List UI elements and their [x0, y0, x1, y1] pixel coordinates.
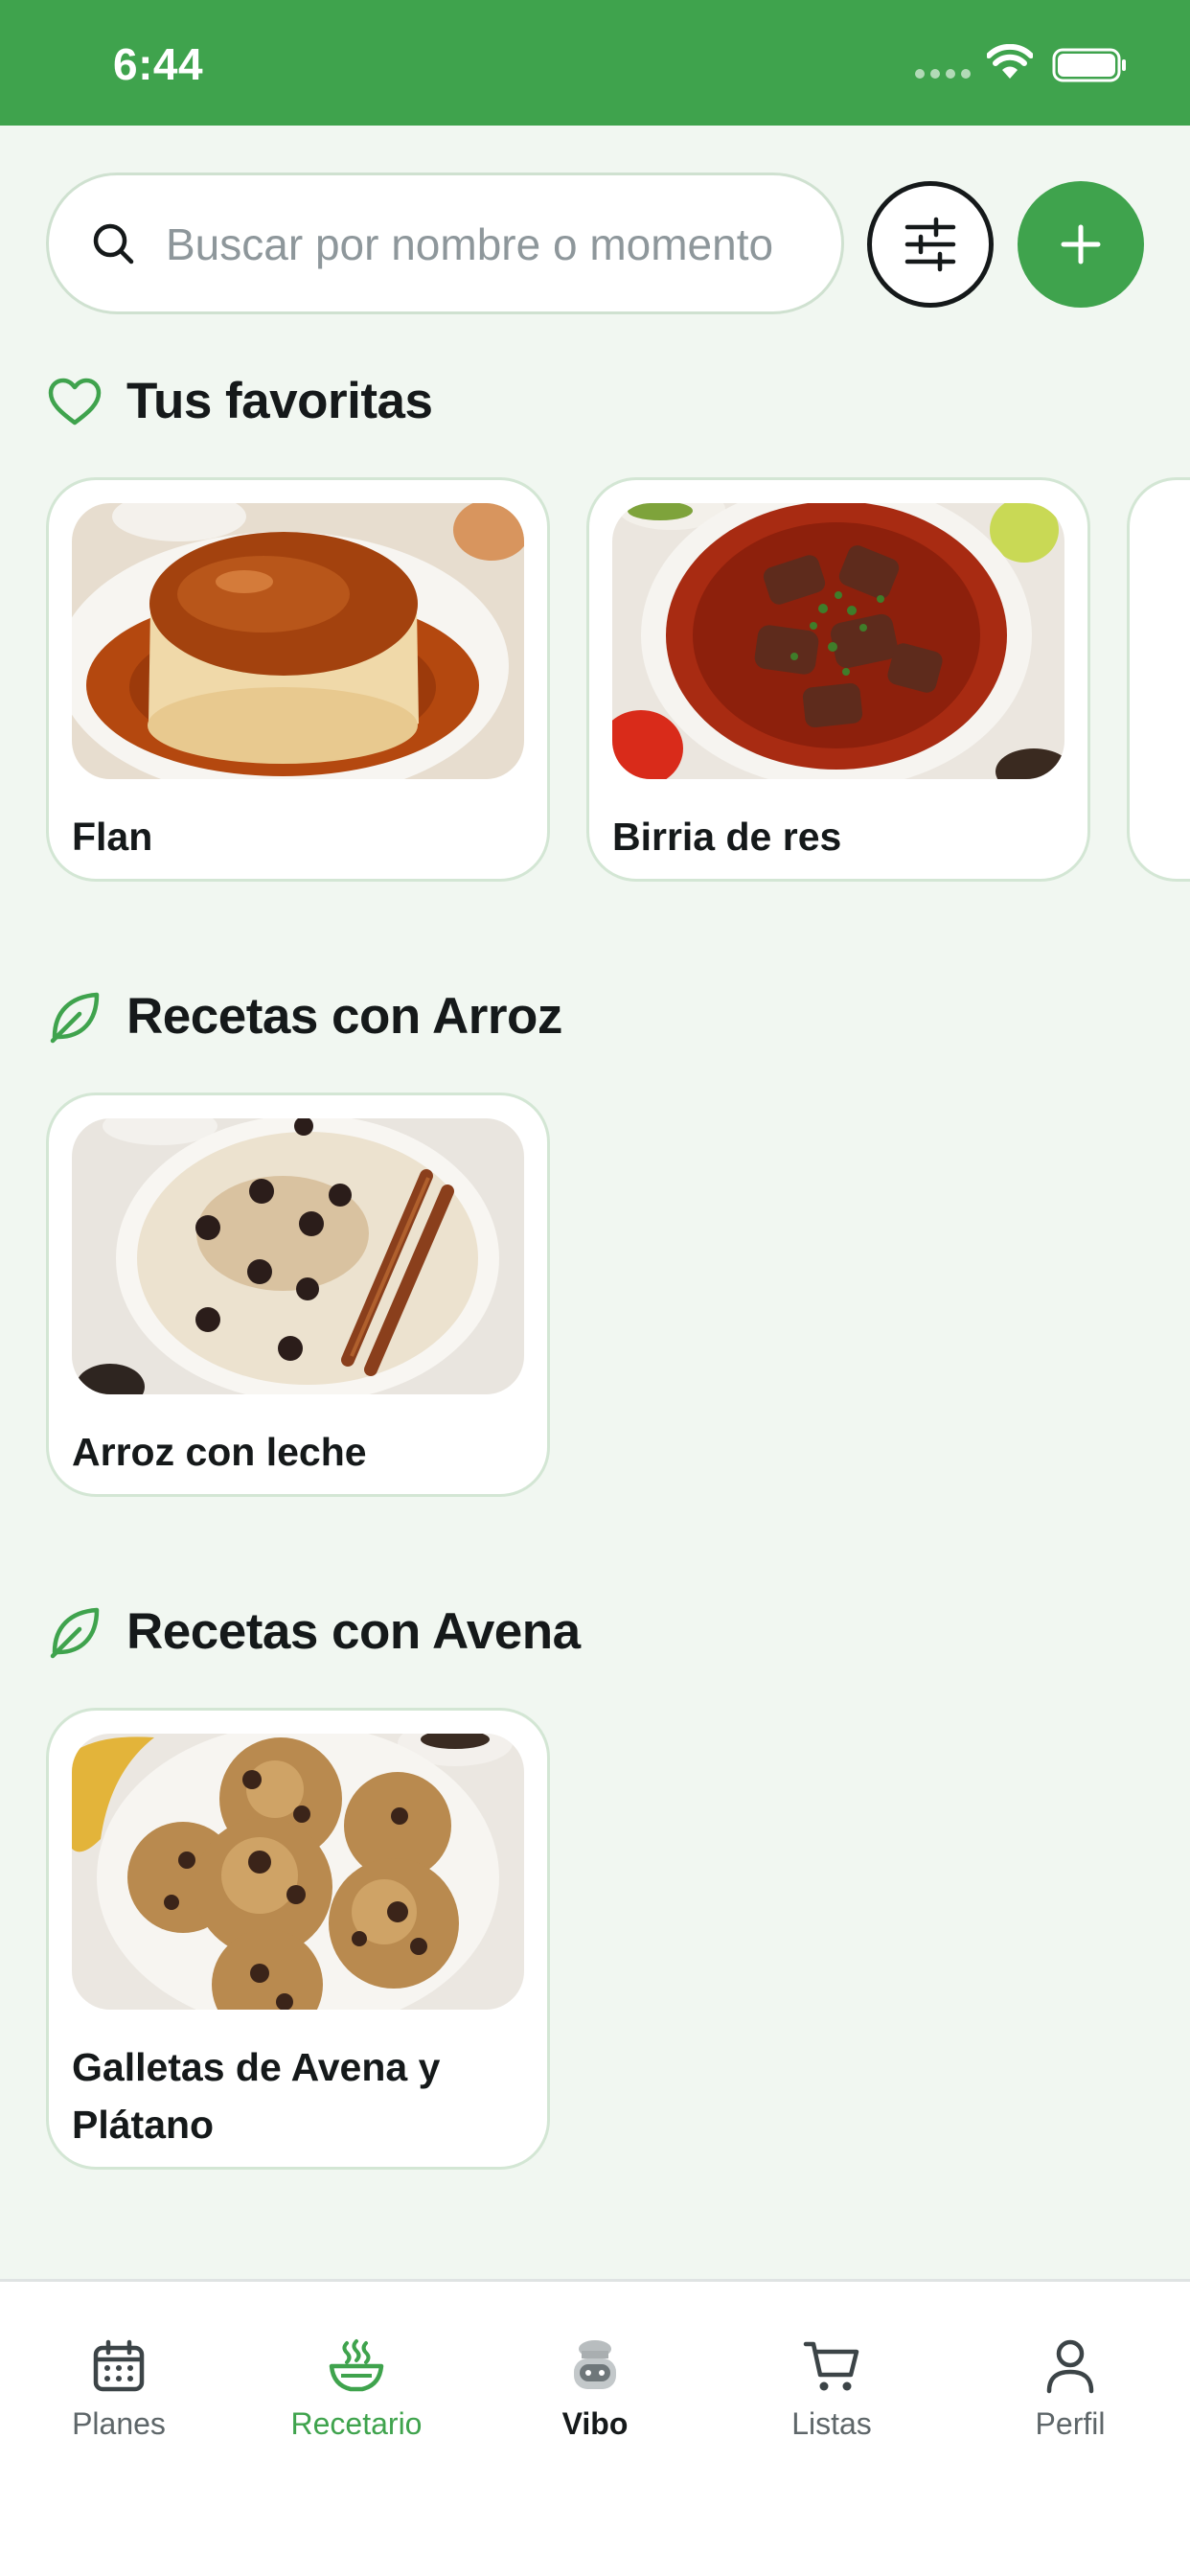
battery-icon [1052, 48, 1126, 82]
recipe-image [72, 503, 524, 779]
section-title: Recetas con Avena [126, 1603, 581, 1660]
nav-item-vibo[interactable]: Vibo [499, 2335, 691, 2442]
section-header-avena: Recetas con Avena [46, 1602, 581, 1661]
search-icon [93, 223, 134, 264]
signal-icon [915, 69, 971, 79]
recipe-image [72, 1118, 524, 1394]
nav-label: Planes [72, 2406, 166, 2441]
search-input[interactable] [166, 204, 827, 285]
search-bar [46, 172, 844, 314]
nav-item-recetario[interactable]: Recetario [261, 2335, 452, 2442]
recipe-card-galletas[interactable]: Galletas de Avena y Plátano [46, 1708, 550, 2170]
chef-robot-icon [568, 2335, 622, 2397]
section-title: Recetas con Arroz [126, 988, 562, 1045]
recipe-title: Galletas de Avena y Plátano [72, 2045, 441, 2147]
calendar-icon [91, 2335, 147, 2397]
nav-label: Perfil [1035, 2406, 1106, 2441]
recipe-card-arroz-con-leche[interactable]: Arroz con leche [46, 1092, 550, 1497]
recipe-title: Birria de res [612, 815, 842, 859]
sliders-icon [904, 217, 956, 272]
heart-icon [46, 373, 103, 430]
nav-item-planes[interactable]: Planes [23, 2335, 215, 2442]
leaf-icon [46, 988, 103, 1046]
status-time: 6:44 [113, 39, 204, 89]
section-title: Tus favoritas [126, 373, 433, 429]
section-header-arroz: Recetas con Arroz [46, 987, 562, 1046]
recetario-screen: 6:44 Buscar por nombre o momento Tus fav… [0, 0, 1190, 2576]
recipe-card-partial[interactable] [1127, 477, 1190, 882]
bowl-icon [328, 2335, 385, 2397]
recipe-image [612, 503, 1064, 779]
plus-icon [1061, 224, 1101, 264]
bottom-nav: Planes Recetario Vibo Listas Perfil [0, 2279, 1190, 2576]
nav-item-perfil[interactable]: Perfil [974, 2335, 1166, 2442]
recipe-image [72, 1734, 524, 2010]
status-bar: 6:44 [0, 0, 1190, 126]
nav-label: Listas [791, 2406, 872, 2441]
leaf-icon [46, 1603, 103, 1661]
recipe-title: Flan [72, 815, 153, 859]
section-header-favoritas: Tus favoritas [46, 372, 433, 430]
wifi-icon [987, 44, 1033, 79]
cart-icon [803, 2335, 860, 2397]
nav-item-listas[interactable]: Listas [736, 2335, 927, 2442]
filter-button[interactable] [867, 181, 994, 308]
nav-label: Vibo [561, 2406, 629, 2441]
add-recipe-button[interactable] [1018, 181, 1144, 308]
recipe-card-birria[interactable]: Birria de res [586, 477, 1090, 882]
user-icon [1045, 2335, 1095, 2397]
nav-label: Recetario [290, 2406, 423, 2441]
recipe-title: Arroz con leche [72, 1430, 367, 1474]
recipe-card-flan[interactable]: Flan [46, 477, 550, 882]
